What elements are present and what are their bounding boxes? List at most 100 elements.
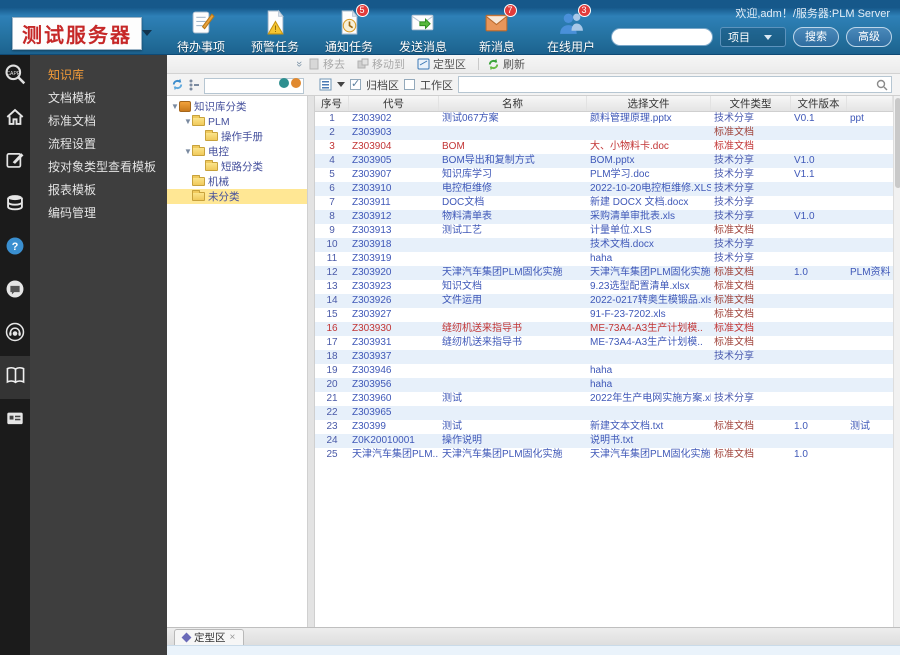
table-row[interactable]: 6 Z303910 电控柜维修 2022-10-20电控柜维修.XLS 技术分享	[315, 182, 893, 196]
table-row[interactable]: 8 Z303912 物料清单表 采购清单审批表.xls 技术分享 V1.0	[315, 210, 893, 224]
tree-node-机械[interactable]: 机械	[167, 174, 307, 189]
rail-item-help[interactable]: ?	[0, 227, 30, 270]
list-filter-input[interactable]	[458, 76, 892, 93]
table-scrollbar[interactable]	[893, 96, 900, 627]
toolbar-tool-6[interactable]: 3 在线用户	[542, 4, 600, 55]
column-header-选择文件[interactable]: 选择文件	[587, 96, 711, 111]
table-row[interactable]: 23 Z30399 测试 新建文本文档.txt 标准文档 1.0 测试	[315, 420, 893, 434]
cell-选择文件: 91-F-23-7202.xls	[590, 309, 666, 320]
view-dropdown-icon[interactable]	[337, 82, 345, 87]
toolbar-tool-2[interactable]: ! 预警任务	[246, 9, 304, 55]
sidebar-item-文档模板[interactable]: 文档模板	[30, 87, 167, 110]
table-row[interactable]: 5 Z303907 知识库学习 PLM学习.doc 技术分享 V1.1	[315, 168, 893, 182]
archive-checkbox[interactable]	[350, 77, 361, 90]
rail-item-edit[interactable]	[0, 141, 30, 184]
table-row[interactable]: 21 Z303960 测试 2022年生产电网实施方案.xlsx 技术分享	[315, 392, 893, 406]
cell-extra: 测试	[850, 421, 870, 432]
content-area: » 移去 移动到 定型区 刷新 ✓ 归档区 工作区 ▼ 知识库分类 ▼ PLM …	[167, 55, 900, 655]
sidebar-item-编码管理[interactable]: 编码管理	[30, 202, 167, 225]
toolbar-tool-5[interactable]: 7 新消息	[468, 4, 526, 55]
rail-item-home[interactable]	[0, 98, 30, 141]
tree-node-短路分类[interactable]: 短路分类	[167, 159, 307, 174]
pinned-area-button[interactable]: 定型区	[417, 56, 466, 72]
rail-item-support[interactable]	[0, 313, 30, 356]
column-header-文件版本[interactable]: 文件版本	[791, 96, 847, 111]
cell-extra	[847, 322, 893, 336]
search-button[interactable]: 搜索	[793, 27, 839, 47]
sidebar-item-流程设置[interactable]: 流程设置	[30, 133, 167, 156]
collapse-panel-icon[interactable]: »	[293, 61, 305, 67]
column-header-extra[interactable]	[847, 96, 893, 111]
refresh-button[interactable]: 刷新	[487, 56, 525, 72]
table-row[interactable]: 13 Z303923 知识文档 9.23选型配置清单.xlsx 标准文档	[315, 280, 893, 294]
close-icon[interactable]: ×	[230, 632, 236, 643]
column-header-代号[interactable]: 代号	[349, 96, 439, 111]
global-search-input[interactable]	[611, 28, 713, 46]
cell-序号: 25	[326, 449, 338, 460]
table-row[interactable]: 15 Z303927 91-F-23-7202.xls 标准文档	[315, 308, 893, 322]
table-row[interactable]: 7 Z303911 DOC文档 新建 DOCX 文档.docx 技术分享	[315, 196, 893, 210]
tree-node-操作手册[interactable]: 操作手册	[167, 129, 307, 144]
toolbar-tool-1[interactable]: 待办事项	[172, 9, 230, 55]
rail-item-capp-logo[interactable]: CAPP	[0, 55, 30, 98]
sidebar-item-报表模板[interactable]: 报表模板	[30, 179, 167, 202]
table-row[interactable]: 11 Z303919 haha 技术分享	[315, 252, 893, 266]
rail-item-idcard[interactable]	[0, 399, 30, 442]
tree-expand-icon[interactable]: ▼	[171, 102, 179, 111]
cell-序号: 19	[326, 365, 338, 376]
tree-node-PLM[interactable]: ▼ PLM	[167, 114, 307, 129]
column-header-序号[interactable]: 序号	[315, 96, 349, 111]
pinned-area-tab[interactable]: 定型区 ×	[174, 629, 245, 645]
tree-expand-icon[interactable]: ▼	[184, 117, 192, 126]
search-icon[interactable]	[876, 79, 888, 91]
scrollbar-thumb[interactable]	[895, 98, 900, 188]
move-to-button[interactable]: 移动到	[357, 56, 405, 72]
tree-levels-icon[interactable]	[188, 79, 200, 91]
column-header-文件类型[interactable]: 文件类型	[711, 96, 791, 111]
table-row[interactable]: 9 Z303913 测试工艺 计量单位.XLS 标准文档	[315, 224, 893, 238]
diamond-icon	[181, 632, 192, 643]
rail-item-book[interactable]	[0, 356, 30, 399]
search-scope-dropdown[interactable]: 项目	[720, 27, 786, 47]
table-row[interactable]: 3 Z303904 BOM 大、小物料卡.doc 标准文档	[315, 140, 893, 154]
workspace-checkbox[interactable]	[404, 79, 415, 90]
sidebar-item-标准文档[interactable]: 标准文档	[30, 110, 167, 133]
tree-node-电控[interactable]: ▼ 电控	[167, 144, 307, 159]
table-row[interactable]: 19 Z303946 haha	[315, 364, 893, 378]
table-row[interactable]: 20 Z303956 haha	[315, 378, 893, 392]
list-view-icon[interactable]	[319, 78, 332, 91]
tree-node-知识库分类[interactable]: ▼ 知识库分类	[167, 99, 307, 114]
sidebar-item-按对象类型查看模板[interactable]: 按对象类型查看模板	[30, 156, 167, 179]
cell-文件版本	[791, 322, 847, 336]
workspace-label: 工作区	[420, 79, 453, 92]
tree-expand-icon[interactable]: ▼	[184, 147, 192, 156]
logo-dropdown-icon[interactable]	[142, 30, 152, 36]
sidebar-item-知识库[interactable]: 知识库	[30, 64, 167, 87]
table-row[interactable]: 18 Z303937 技术分享	[315, 350, 893, 364]
rail-item-chat[interactable]	[0, 270, 30, 313]
panel-splitter[interactable]	[308, 96, 315, 627]
table-row[interactable]: 10 Z303918 技术文档.docx 技术分享	[315, 238, 893, 252]
table-row[interactable]: 25 天津汽车集团PLM.. 天津汽车集团PLM固化实施 天津汽车集团PLM固化实施.…	[315, 448, 893, 462]
tree-refresh-icon[interactable]	[171, 78, 184, 91]
table-row[interactable]: 24 Z0K20010001 操作说明 说明书.txt	[315, 434, 893, 448]
server-logo[interactable]: 测试服务器	[12, 17, 142, 50]
toolbar-tool-3[interactable]: 5 通知任务	[320, 4, 378, 55]
tree-search-input[interactable]	[204, 77, 304, 94]
table-row[interactable]: 16 Z303930 缝纫机送来指导书 ME-73A4-A3生产计划模.. 标准文档	[315, 322, 893, 336]
cell-文件类型: 技术分享	[714, 239, 754, 250]
column-header-名称[interactable]: 名称	[439, 96, 587, 111]
cell-代号: Z303919	[352, 253, 392, 264]
table-row[interactable]: 22 Z303965	[315, 406, 893, 420]
table-row[interactable]: 1 Z303902 测试067方案 颜料管理原理.pptx 技术分享 V0.1 ppt	[315, 112, 893, 126]
remove-button[interactable]: 移去	[308, 56, 345, 72]
rail-item-database[interactable]	[0, 184, 30, 227]
table-row[interactable]: 2 Z303903 标准文档	[315, 126, 893, 140]
table-row[interactable]: 12 Z303920 天津汽车集团PLM固化实施 天津汽车集团PLM固化实施.. 标准文…	[315, 266, 893, 280]
advanced-search-button[interactable]: 高级	[846, 27, 892, 47]
table-row[interactable]: 14 Z303926 文件运用 2022-0217转奥生模锻品.xlsx 标准文档	[315, 294, 893, 308]
table-row[interactable]: 17 Z303931 缝纫机送来指导书 ME-73A4-A3生产计划模.. 标准文档	[315, 336, 893, 350]
table-row[interactable]: 4 Z303905 BOM导出和复制方式 BOM.pptx 技术分享 V1.0	[315, 154, 893, 168]
tree-node-未分类[interactable]: 未分类	[167, 189, 307, 204]
toolbar-tool-4[interactable]: 发送消息	[394, 9, 452, 55]
